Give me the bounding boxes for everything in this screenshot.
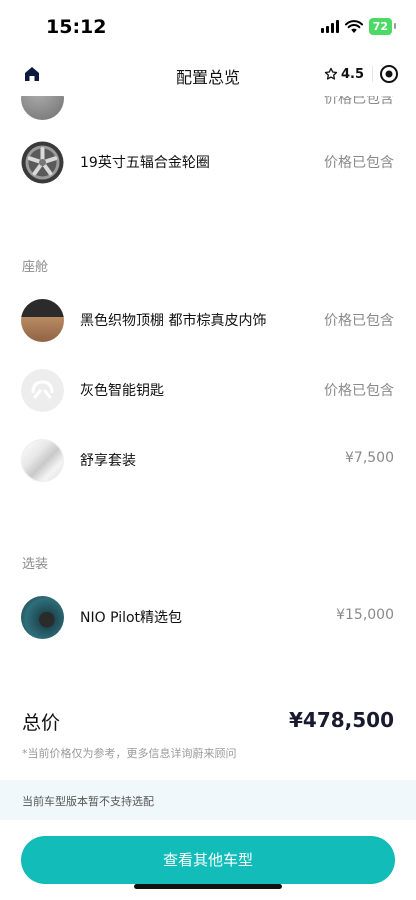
nav-header: 配置总览 4.5 [0, 52, 416, 96]
item-price: ¥15,000 [336, 607, 394, 623]
notice-banner: 当前车型版本暂不支持选配 [0, 780, 416, 820]
star-icon [324, 67, 338, 80]
item-name: 舒享套装 [80, 453, 136, 469]
pilot-package-thumbnail [21, 596, 64, 639]
status-icons: 72 [320, 18, 397, 35]
price-disclaimer: *当前价格仅为参考，更多信息详询蔚来顾问 [22, 747, 237, 760]
rating-value: 4.5 [341, 66, 365, 82]
config-item-wheels: 19英寸五辐合金轮圈 价格已包含 [0, 130, 416, 194]
item-name: NIO Pilot精选包 [80, 610, 183, 626]
item-price: 价格已包含 [324, 313, 394, 329]
comfort-package-thumbnail [21, 439, 64, 482]
item-name: 黑色织物顶棚 都市棕真皮内饰 [80, 313, 267, 329]
section-label-options: 选装 [22, 557, 49, 572]
total-price: ¥478,500 [288, 708, 394, 732]
item-price: 价格已包含 [324, 155, 394, 171]
cellular-signal-icon [320, 20, 339, 33]
view-other-models-button[interactable]: 查看其他车型 [21, 836, 395, 884]
battery-icon: 72 [368, 18, 397, 35]
item-name: 灰色智能钥匙 [80, 383, 164, 399]
smart-key-thumbnail [21, 369, 64, 412]
section-label-cabin: 座舱 [22, 260, 49, 275]
wheel-thumbnail [21, 141, 64, 184]
mini-program-capsule: 4.5 [314, 58, 404, 90]
status-bar: 15:12 72 [0, 0, 416, 52]
capsule-divider [372, 66, 373, 82]
item-name: 19英寸五辐合金轮圈 [80, 155, 210, 171]
config-item-pilot: NIO Pilot精选包 ¥15,000 [0, 585, 416, 649]
status-time: 15:12 [46, 16, 107, 38]
home-indicator [134, 884, 282, 889]
item-price: 价格已包含 [324, 383, 394, 399]
interior-thumbnail [21, 299, 64, 342]
wifi-icon [344, 19, 363, 33]
notice-text: 当前车型版本暂不支持选配 [22, 795, 154, 808]
config-item-key: 灰色智能钥匙 价格已包含 [0, 358, 416, 422]
config-item-interior: 黑色织物顶棚 都市棕真皮内饰 价格已包含 [0, 288, 416, 352]
target-close-icon[interactable] [379, 64, 399, 84]
total-label: 总价 [22, 712, 61, 734]
rating-button[interactable]: 4.5 [314, 67, 372, 82]
item-price: ¥7,500 [345, 450, 394, 466]
config-item-comfort: 舒享套装 ¥7,500 [0, 428, 416, 492]
